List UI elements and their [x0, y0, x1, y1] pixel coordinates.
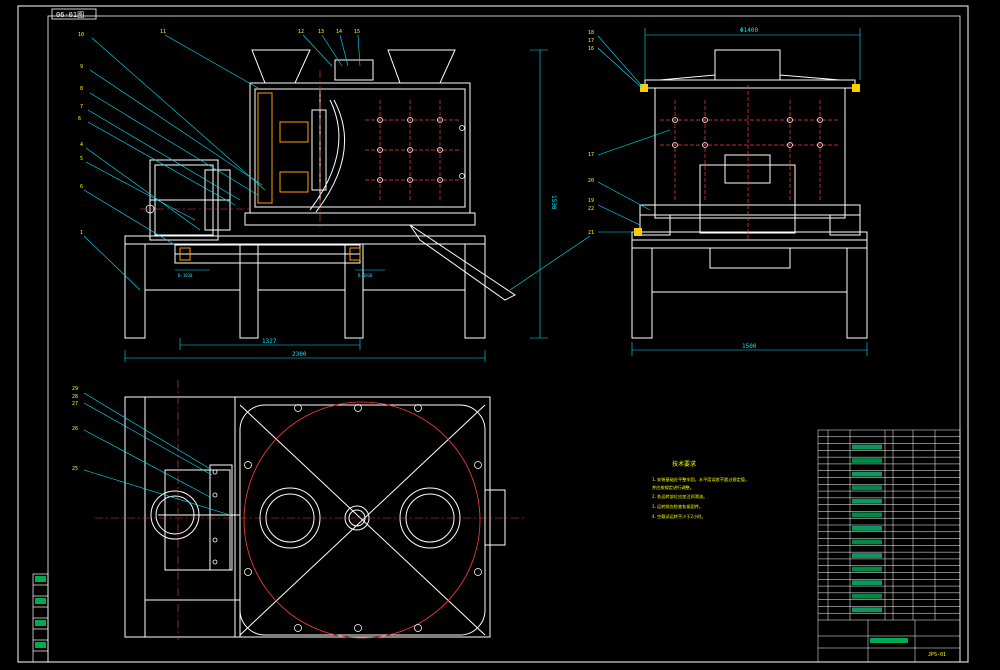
svg-text:6: 6 [78, 116, 81, 122]
svg-text:25: 25 [72, 466, 78, 472]
svg-text:14: 14 [336, 29, 342, 35]
front-leader-labels: 10 9 8 7 6 4 5 6 1 11 12 13 14 15 [78, 29, 360, 236]
dim-belt-2: B-1930 [358, 273, 373, 278]
parts-row-fill [852, 526, 882, 531]
parts-row-fill [852, 512, 882, 518]
dim-wheelbase: 1327 [262, 338, 277, 345]
side-leaders [597, 35, 671, 233]
parts-row-fill [852, 553, 882, 558]
side-bolt-points [672, 117, 823, 148]
parts-row-fill [852, 485, 882, 491]
svg-text:19: 19 [588, 198, 594, 204]
left-side-bar [32, 573, 49, 663]
svg-text:15: 15 [354, 29, 360, 35]
svg-text:22: 22 [588, 206, 594, 212]
svg-text:27: 27 [72, 401, 78, 407]
tech-line-2: 并应按规定进行调整。 [652, 484, 694, 491]
svg-text:6: 6 [80, 184, 83, 190]
parts-row-fill [852, 498, 882, 504]
drawing-canvas: 06-01图 1530 2300 1327 B-1930 B-1930 10 9… [17, 5, 969, 663]
tech-line-5: 4.空载试运转不少于2小时。 [652, 513, 706, 520]
svg-text:5: 5 [80, 156, 83, 162]
plan-centre-lines [95, 380, 525, 640]
svg-text:28: 28 [72, 394, 78, 400]
svg-text:4: 4 [80, 142, 83, 148]
svg-text:26: 26 [72, 426, 78, 432]
parts-row-fill [852, 593, 882, 599]
dim-end-width-bottom: 1500 [742, 343, 757, 350]
svg-text:18: 18 [588, 30, 594, 36]
parts-list-fills [852, 444, 882, 613]
title-block-green-label [870, 638, 908, 643]
side-view [631, 49, 868, 339]
tech-line-1: 1.安装基础应平整牢固，水平度误差不超过规定值， [652, 476, 749, 483]
side-bolt-grid [660, 85, 840, 240]
svg-text:16: 16 [588, 46, 594, 52]
front-leaders [83, 34, 591, 291]
tech-line-4: 3.运转前应检查各紧固件。 [652, 503, 703, 510]
svg-text:11: 11 [160, 29, 166, 35]
parts-list [817, 429, 961, 663]
tech-requirements: 技术要求 1.安装基础应平整牢固，水平度误差不超过规定值， 并应按规定进行调整。… [652, 460, 749, 520]
cad-drawing-sheet: 06-01图 1530 2300 1327 B-1930 B-1930 10 9… [0, 0, 1000, 666]
parts-row-fill [852, 566, 882, 572]
dim-top-height: 1530 [550, 195, 557, 210]
side-leader-labels: 18 17 16 17 20 19 22 21 [588, 30, 594, 236]
side-dimensions [631, 28, 868, 356]
dim-belt-1: B-1930 [178, 273, 193, 278]
svg-text:21: 21 [588, 230, 594, 236]
dim-end-width-top: Φ1400 [740, 27, 758, 34]
parts-row-fill [852, 539, 882, 545]
plan-leader-labels: 29 28 27 26 25 [72, 386, 78, 472]
parts-row-fill [852, 444, 882, 450]
parts-row-fill [852, 580, 882, 586]
outer-frame [17, 5, 969, 663]
svg-text:17: 17 [588, 38, 594, 44]
drawing-number-text: 06-01图 [56, 11, 84, 19]
title-block-code: JPS-01 [928, 652, 946, 658]
tech-line-3: 2.各运转部位应加注润滑油。 [652, 493, 707, 500]
svg-text:9: 9 [80, 64, 83, 70]
parts-row-fill [852, 607, 882, 613]
left-side-bar-text [35, 576, 46, 648]
parts-row-fill [852, 458, 882, 463]
svg-text:17: 17 [588, 152, 594, 158]
side-yellow-blocks [634, 84, 860, 236]
tech-title: 技术要求 [672, 460, 696, 468]
svg-text:7: 7 [80, 104, 83, 110]
dim-overall-length: 2300 [292, 351, 307, 358]
svg-text:10: 10 [78, 32, 84, 38]
svg-text:1: 1 [80, 230, 83, 236]
svg-text:8: 8 [80, 86, 83, 92]
svg-text:13: 13 [318, 29, 324, 35]
parts-row-fill [852, 471, 882, 477]
inner-frame [47, 15, 961, 663]
svg-text:12: 12 [298, 29, 304, 35]
svg-text:20: 20 [588, 178, 594, 184]
plan-leaders [83, 392, 231, 516]
svg-text:29: 29 [72, 386, 78, 392]
